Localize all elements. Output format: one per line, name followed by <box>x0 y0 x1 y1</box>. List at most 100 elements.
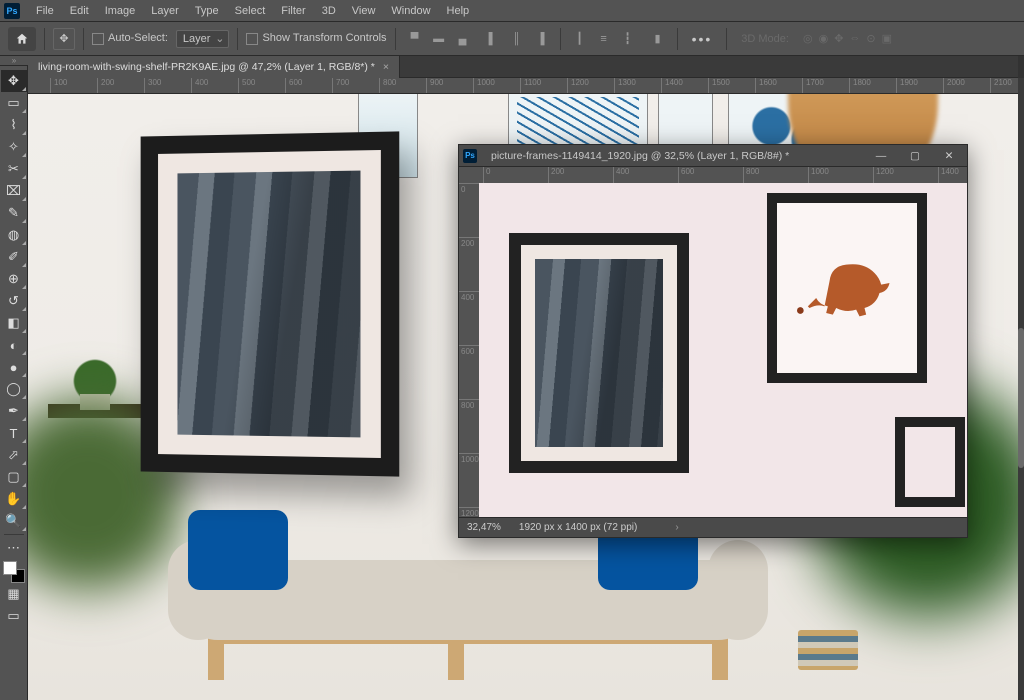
menu-help[interactable]: Help <box>439 2 478 20</box>
menu-3d[interactable]: 3D <box>314 2 344 20</box>
show-transform-checkbox[interactable]: Show Transform Controls <box>246 32 386 44</box>
zoom-3d-icon[interactable]: ⊙ <box>866 32 875 45</box>
mode-3d-buttons: ◎ ◉ ✥ ⇔ ⊙ ▣ <box>803 32 892 45</box>
floating-status-bar: 32,47% 1920 px x 1400 px (72 ppi) › <box>459 517 967 537</box>
dodge-tool[interactable]: ◯ <box>1 378 27 400</box>
ruler-tick: 200 <box>459 237 479 249</box>
document-tab[interactable]: living-room-with-swing-shelf-PR2K9AE.jpg… <box>28 56 400 78</box>
gradient-tool[interactable]: ◐ <box>1 334 27 356</box>
picture-frame <box>767 193 927 383</box>
divider <box>83 28 84 50</box>
minimize-button[interactable]: — <box>867 147 895 165</box>
vertical-ruler[interactable]: 020040060080010001200 <box>459 167 479 517</box>
blur-tool[interactable]: ● <box>1 356 27 378</box>
align-to-icon[interactable]: ▮ <box>647 28 669 50</box>
panel-collapse-strip[interactable]: » <box>0 56 28 66</box>
align-top-icon[interactable]: ▀ <box>404 28 426 50</box>
ruler-tick: 600 <box>459 345 479 357</box>
align-vcenter-icon[interactable]: ▬ <box>428 28 450 50</box>
menu-filter[interactable]: Filter <box>273 2 313 20</box>
clone-stamp-tool[interactable]: ⊕ <box>1 268 27 290</box>
horizontal-ruler[interactable]: 1002003004005006007008009001000110012001… <box>28 78 1018 94</box>
distribute-spacing-icon[interactable]: ┇ <box>617 28 639 50</box>
screen-mode-button[interactable]: ▭ <box>1 605 27 627</box>
edit-toolbar-button[interactable]: ⋯ <box>1 537 27 559</box>
slide-3d-icon[interactable]: ⇔ <box>849 32 860 45</box>
move-tool[interactable]: ✥ <box>1 70 27 92</box>
ruler-tick: 2100 <box>990 78 1012 94</box>
menu-bar: Ps FileEditImageLayerTypeSelectFilter3DV… <box>0 0 1024 22</box>
quick-mask-button[interactable]: ▦ <box>1 583 27 605</box>
eyedropper-tool[interactable]: ✎ <box>1 202 27 224</box>
distribute-h-icon[interactable]: ┃ <box>569 28 591 50</box>
menu-type[interactable]: Type <box>187 2 227 20</box>
brush-tool[interactable]: ✐ <box>1 246 27 268</box>
divider <box>395 28 396 50</box>
menu-select[interactable]: Select <box>227 2 274 20</box>
menu-file[interactable]: File <box>28 2 62 20</box>
spot-heal-tool[interactable]: ◍ <box>1 224 27 246</box>
eraser-tool[interactable]: ◧ <box>1 312 27 334</box>
pen-tool[interactable]: ✒ <box>1 400 27 422</box>
menu-view[interactable]: View <box>344 2 384 20</box>
pan-3d-icon[interactable]: ✥ <box>834 32 843 45</box>
horizontal-ruler[interactable]: 0200400600800100012001400 <box>479 167 967 183</box>
ruler-tick: 0 <box>483 167 490 183</box>
ruler-tick: 700 <box>332 78 349 94</box>
hand-tool[interactable]: ✋ <box>1 488 27 510</box>
ruler-tick: 1400 <box>661 78 683 94</box>
distribute-v-icon[interactable]: ≡ <box>593 28 615 50</box>
roll-3d-icon[interactable]: ◉ <box>819 32 829 45</box>
move-tool-indicator[interactable]: ✥ <box>53 28 75 50</box>
align-hcenter-icon[interactable]: ║ <box>506 28 528 50</box>
camera-3d-icon[interactable]: ▣ <box>882 32 892 45</box>
status-more-icon[interactable]: › <box>675 522 678 533</box>
scrollbar-thumb[interactable] <box>1018 328 1024 468</box>
color-swatches[interactable] <box>3 561 25 583</box>
menu-layer[interactable]: Layer <box>143 2 187 20</box>
rectangle-tool[interactable]: ▢ <box>1 466 27 488</box>
close-tab-icon[interactable]: × <box>383 61 389 73</box>
menu-edit[interactable]: Edit <box>62 2 97 20</box>
vertical-scrollbar[interactable] <box>1018 78 1024 700</box>
frame-tool[interactable]: ⌧ <box>1 180 27 202</box>
align-right-icon[interactable]: ▐ <box>530 28 552 50</box>
canvas-area[interactable]: Ps picture-frames-1149414_1920.jpg @ 32,… <box>28 94 1018 700</box>
type-tool[interactable]: T <box>1 422 27 444</box>
menu-window[interactable]: Window <box>383 2 438 20</box>
auto-select-checkbox[interactable]: Auto-Select: <box>92 32 168 44</box>
floating-document-window[interactable]: Ps picture-frames-1149414_1920.jpg @ 32,… <box>458 144 968 538</box>
ruler-tick: 1700 <box>802 78 824 94</box>
path-select-tool[interactable]: ⬀ <box>1 444 27 466</box>
lasso-tool[interactable]: ⌇ <box>1 114 27 136</box>
book-stack <box>798 630 858 670</box>
zoom-level[interactable]: 32,47% <box>467 522 501 533</box>
ruler-tick: 1300 <box>614 78 636 94</box>
align-left-icon[interactable]: ▌ <box>482 28 504 50</box>
more-options-button[interactable]: ••• <box>686 31 719 47</box>
magic-wand-tool[interactable]: ✧ <box>1 136 27 158</box>
close-button[interactable]: ✕ <box>935 147 963 165</box>
ruler-tick: 0 <box>459 183 479 195</box>
floating-window-titlebar[interactable]: Ps picture-frames-1149414_1920.jpg @ 32,… <box>459 145 967 167</box>
floating-window-body: 020040060080010001200 020040060080010001… <box>459 167 967 517</box>
placed-layer-frame[interactable] <box>141 131 400 476</box>
tools-panel: ✥▭⌇✧✂⌧✎◍✐⊕↺◧◐●◯✒T⬀▢✋🔍⋯▦▭ <box>0 66 28 700</box>
menu-image[interactable]: Image <box>97 2 144 20</box>
divider <box>726 28 727 50</box>
crop-tool[interactable]: ✂ <box>1 158 27 180</box>
align-bottom-icon[interactable]: ▄ <box>452 28 474 50</box>
align-group-1: ▀ ▬ ▄ <box>404 28 474 50</box>
history-brush-tool[interactable]: ↺ <box>1 290 27 312</box>
ruler-tick: 400 <box>191 78 208 94</box>
auto-select-target-dropdown[interactable]: Layer <box>176 30 230 48</box>
marquee-tool[interactable]: ▭ <box>1 92 27 114</box>
ruler-tick: 1200 <box>873 167 894 183</box>
orbit-3d-icon[interactable]: ◎ <box>803 32 813 45</box>
ruler-tick: 400 <box>613 167 629 183</box>
picture-frame <box>509 233 689 473</box>
home-button[interactable] <box>8 27 36 51</box>
floating-canvas[interactable] <box>479 183 967 517</box>
maximize-button[interactable]: ▢ <box>901 147 929 165</box>
zoom-tool[interactable]: 🔍 <box>1 510 27 532</box>
